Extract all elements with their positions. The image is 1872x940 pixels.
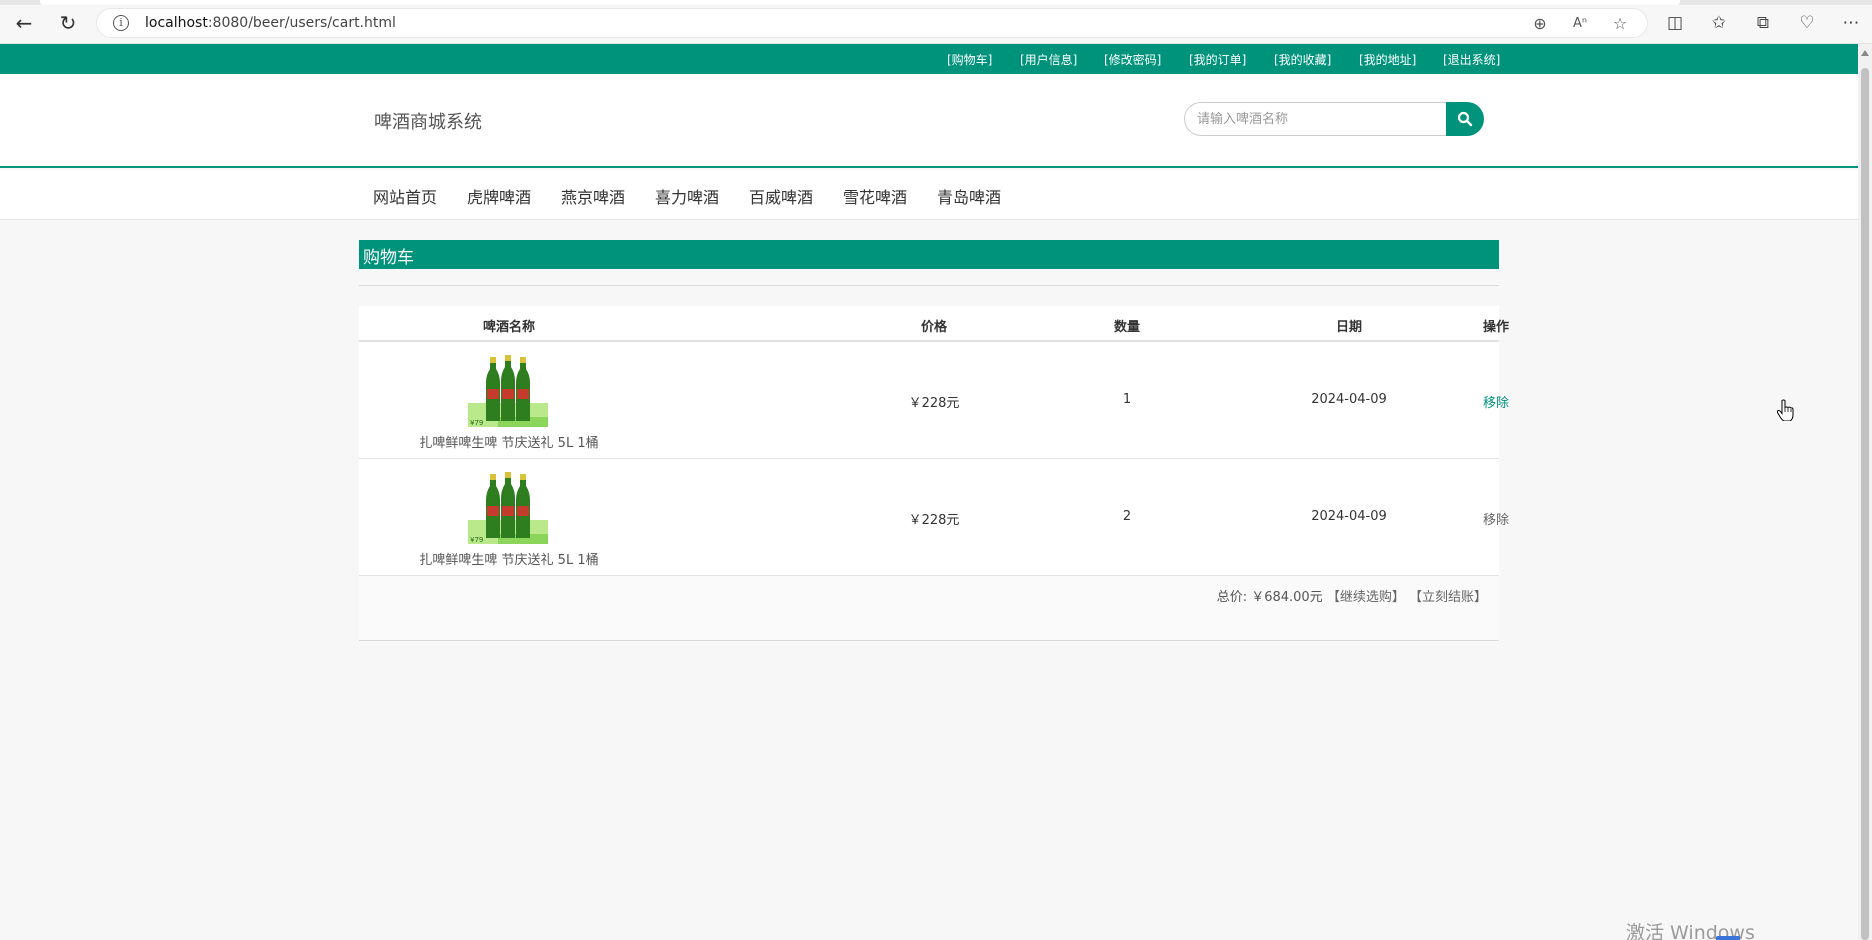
read-aloud-icon[interactable]: Aⁿ <box>1569 13 1591 35</box>
product-name[interactable]: 扎啤鲜啤生啤 节庆送礼 5L 1桶 <box>359 549 659 568</box>
site-logo[interactable]: 啤酒商城系统 <box>374 108 482 134</box>
menu-item-tiger[interactable]: 虎牌啤酒 <box>467 184 531 208</box>
menu-item-yanjing[interactable]: 燕京啤酒 <box>561 184 625 208</box>
hand-cursor-icon <box>1776 399 1794 421</box>
column-header-name: 啤酒名称 <box>482 320 535 335</box>
quantity-cell: 2 <box>1122 509 1132 524</box>
browser-chrome: ← ↻ i localhost:8080/beer/users/cart.htm… <box>0 0 1872 44</box>
svg-text:¥79: ¥79 <box>470 536 483 544</box>
product-image[interactable]: ¥79 <box>468 355 548 427</box>
back-icon[interactable]: ← <box>12 11 36 35</box>
column-header-quantity: 数量 <box>1113 320 1140 335</box>
menu-item-heineken[interactable]: 喜力啤酒 <box>655 184 719 208</box>
url-host: localhost <box>145 15 208 31</box>
menu-item-budweiser[interactable]: 百威啤酒 <box>749 184 813 208</box>
active-tab[interactable] <box>40 0 1680 5</box>
page: [购物车] [用户信息] [修改密码] [我的订单] [我的收藏] [我的地址]… <box>0 44 1858 940</box>
date-cell: 2024-04-09 <box>1311 509 1387 524</box>
page-scrollbar[interactable] <box>1858 44 1872 940</box>
refresh-icon[interactable]: ↻ <box>56 11 80 35</box>
search-box <box>1184 102 1484 136</box>
category-menu: 网站首页 虎牌啤酒 燕京啤酒 喜力啤酒 百威啤酒 雪花啤酒 青岛啤酒 <box>0 170 1858 220</box>
topbar-link-my-orders[interactable]: [我的订单] <box>1189 51 1246 68</box>
user-top-bar: [购物车] [用户信息] [修改密码] [我的订单] [我的收藏] [我的地址]… <box>0 44 1858 74</box>
search-input[interactable] <box>1184 102 1448 136</box>
table-header: 啤酒名称 价格 数量 日期 操作 <box>359 306 1509 342</box>
more-options-icon[interactable]: ⋯ <box>1840 12 1862 34</box>
site-info-icon[interactable]: i <box>113 15 129 31</box>
topbar-link-cart[interactable]: [购物车] <box>947 51 992 68</box>
cart-total: 总价: ￥684.00元 【继续选购】 【立刻结账】 <box>1217 586 1487 605</box>
url-text[interactable]: localhost:8080/beer/users/cart.html <box>145 15 396 31</box>
remove-link[interactable]: 移除 <box>1456 509 1536 528</box>
total-price: 总价: ￥684.00元 <box>1216 590 1323 605</box>
search-icon <box>1457 111 1473 127</box>
favorite-star-icon[interactable]: ☆ <box>1609 13 1631 35</box>
topbar-link-logout[interactable]: [退出系统] <box>1443 51 1500 68</box>
table-row: ¥79 扎啤鲜啤生啤 节庆送礼 5L 1桶 ￥228元 1 2024-04-09… <box>359 342 1794 459</box>
cart-table: 啤酒名称 价格 数量 日期 操作 ¥79 扎啤鲜啤生啤 节庆送礼 5L 1桶 ￥… <box>359 306 1794 641</box>
cart-title: 购物车 <box>363 248 414 268</box>
checkout-link[interactable]: 【立刻结账】 <box>1409 590 1487 605</box>
divider <box>359 285 1499 286</box>
svg-text:¥79: ¥79 <box>470 419 483 427</box>
split-screen-icon[interactable]: ◫ <box>1664 12 1686 34</box>
tab-strip <box>0 0 1872 5</box>
address-bar[interactable]: i localhost:8080/beer/users/cart.html ⊕ … <box>96 8 1648 38</box>
topbar-link-my-address[interactable]: [我的地址] <box>1359 51 1416 68</box>
taskbar-indicator <box>1716 936 1740 940</box>
table-row: ¥79 扎啤鲜啤生啤 节庆送礼 5L 1桶 ￥228元 2 2024-04-09… <box>359 459 1509 576</box>
menu-item-tsingtao[interactable]: 青岛啤酒 <box>937 184 1001 208</box>
url-path: :8080/beer/users/cart.html <box>207 15 396 31</box>
menu-item-snow[interactable]: 雪花啤酒 <box>843 184 907 208</box>
site-header: 啤酒商城系统 <box>0 74 1858 168</box>
topbar-link-change-password[interactable]: [修改密码] <box>1104 51 1161 68</box>
price-cell: ￥228元 <box>908 513 960 528</box>
continue-shopping-link[interactable]: 【继续选购】 <box>1327 590 1405 605</box>
topbar-link-user-info[interactable]: [用户信息] <box>1020 51 1077 68</box>
favorites-icon[interactable]: ✩ <box>1708 12 1730 34</box>
scroll-up-icon[interactable] <box>1861 50 1869 56</box>
zoom-icon[interactable]: ⊕ <box>1529 13 1551 35</box>
menu-item-home[interactable]: 网站首页 <box>373 184 437 208</box>
browser-essentials-icon[interactable]: ♡ <box>1796 12 1818 34</box>
search-button[interactable] <box>1446 102 1484 136</box>
cart-title-bar: 购物车 <box>359 240 1499 269</box>
date-cell: 2024-04-09 <box>1311 392 1387 407</box>
collections-icon[interactable]: ⧉ <box>1752 12 1774 34</box>
cart-total-row: 总价: ￥684.00元 【继续选购】 【立刻结账】 <box>359 576 1499 641</box>
remove-link[interactable]: 移除 <box>1456 392 1536 411</box>
price-cell: ￥228元 <box>908 396 960 411</box>
product-image[interactable]: ¥79 <box>468 472 548 544</box>
column-header-action: 操作 <box>1482 320 1509 335</box>
column-header-price: 价格 <box>920 320 947 335</box>
product-name[interactable]: 扎啤鲜啤生啤 节庆送礼 5L 1桶 <box>359 432 659 451</box>
column-header-date: 日期 <box>1335 320 1362 335</box>
scrollbar-thumb[interactable] <box>1861 68 1869 940</box>
quantity-cell: 1 <box>1122 392 1132 407</box>
topbar-link-my-favorites[interactable]: [我的收藏] <box>1274 51 1331 68</box>
